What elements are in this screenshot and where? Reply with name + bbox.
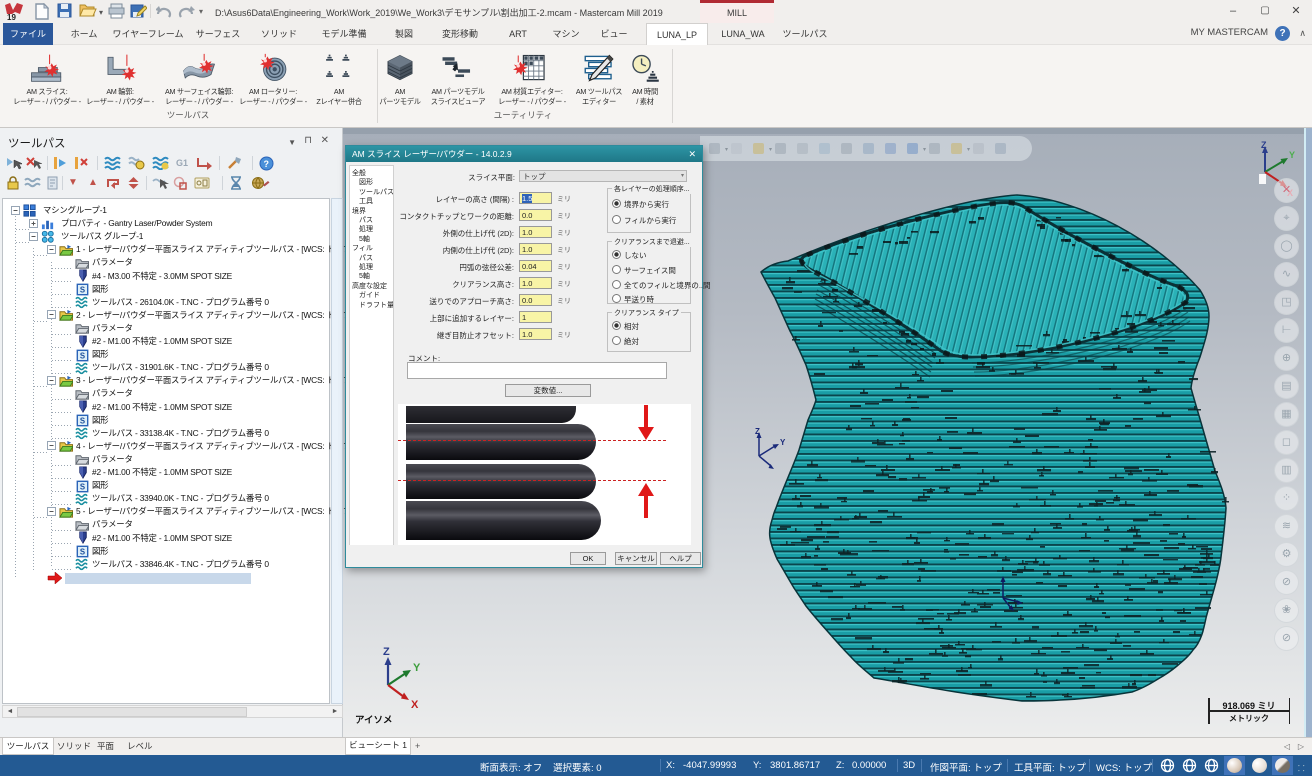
- svg-text:X: X: [411, 699, 419, 710]
- svg-text:Z: Z: [383, 646, 390, 658]
- svg-text:Y: Y: [1289, 150, 1295, 160]
- svg-text:19: 19: [7, 13, 16, 22]
- svg-text:Z: Z: [755, 427, 760, 436]
- svg-text:?: ?: [264, 159, 270, 169]
- svg-text:Y: Y: [780, 438, 786, 447]
- svg-text:Z: Z: [1261, 140, 1267, 150]
- svg-text:Y: Y: [413, 662, 421, 674]
